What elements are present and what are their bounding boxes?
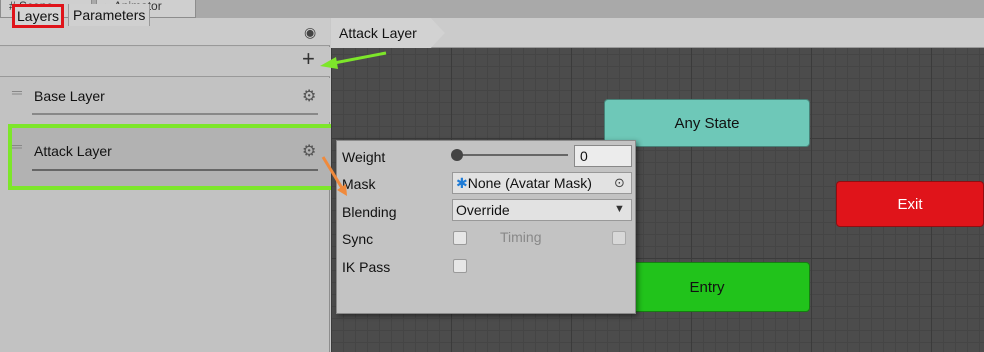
green-arrow-line <box>333 51 387 65</box>
annotation-arrows <box>320 51 387 196</box>
orange-arrow-line <box>321 156 344 189</box>
green-arrow-head <box>320 57 338 69</box>
